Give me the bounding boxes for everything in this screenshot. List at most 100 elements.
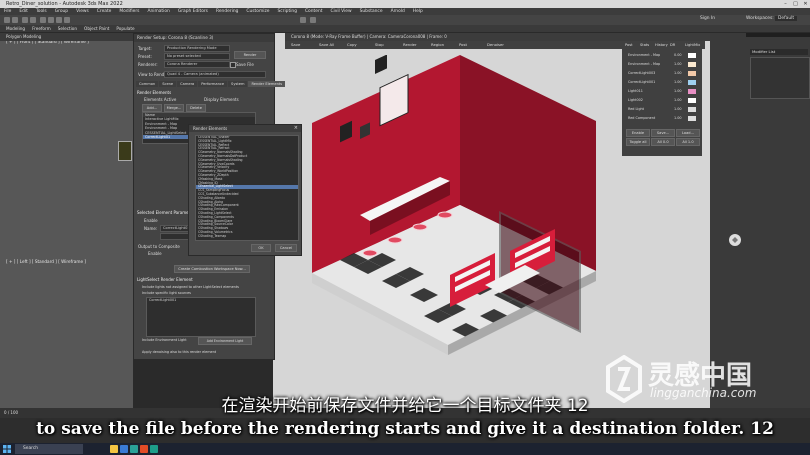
menu-item[interactable]: File bbox=[0, 8, 15, 15]
lightmix-row-value[interactable]: 1.00 bbox=[674, 116, 682, 120]
render-elements-heading[interactable]: Render Elements bbox=[137, 90, 171, 95]
left-viewport[interactable]: [ + ] [ Front ] [ Standard ] [ Wireframe… bbox=[0, 33, 133, 415]
lightmix-row-value[interactable]: 0.00 bbox=[674, 53, 682, 57]
include-specific-radio[interactable]: Include specific light sources bbox=[142, 291, 191, 295]
redo-icon[interactable] bbox=[12, 17, 18, 23]
menu-item[interactable]: Views bbox=[72, 8, 93, 15]
target-dropdown[interactable]: Production Rendering Mode bbox=[164, 45, 230, 52]
tab-system[interactable]: System bbox=[228, 81, 248, 87]
lightmix-button[interactable]: Load... bbox=[676, 129, 700, 137]
vfb-tool-button[interactable]: Post bbox=[459, 42, 467, 47]
lightmix-color-swatch[interactable] bbox=[688, 80, 696, 85]
menu-item[interactable]: Graph Editors bbox=[174, 8, 212, 15]
ribbon-tab[interactable]: Populate bbox=[116, 26, 134, 31]
select-icon[interactable] bbox=[40, 17, 46, 23]
ribbon-tab[interactable]: Modeling bbox=[6, 26, 25, 31]
lightmix-button[interactable]: All 0.0 bbox=[651, 138, 675, 146]
menu-item[interactable]: Arnold bbox=[387, 8, 409, 15]
lightmix-button[interactable]: All 1.0 bbox=[676, 138, 700, 146]
edge-icon[interactable] bbox=[120, 445, 128, 453]
lightmix-color-swatch[interactable] bbox=[688, 89, 696, 94]
tab-scene[interactable]: Scene bbox=[159, 81, 177, 87]
lightmix-row-name[interactable]: Environment - Map bbox=[628, 53, 660, 57]
vfb-tool-button[interactable]: Render bbox=[403, 42, 417, 47]
lightmix-row-value[interactable]: 1.00 bbox=[674, 80, 682, 84]
render-icon[interactable] bbox=[310, 17, 316, 23]
menu-item[interactable]: Create bbox=[93, 8, 116, 15]
lightmix-button[interactable]: Toggle all bbox=[626, 138, 650, 146]
lightmix-row-value[interactable]: 1.00 bbox=[674, 62, 682, 66]
menu-item[interactable]: Help bbox=[409, 8, 427, 15]
modifier-list-dropdown[interactable]: Modifier List bbox=[750, 49, 808, 55]
tab-render-elements[interactable]: Render Elements bbox=[248, 81, 286, 87]
menu-item[interactable]: Content bbox=[301, 8, 326, 15]
delete-element-button[interactable]: Delete bbox=[186, 104, 206, 112]
vfb-tool-button[interactable]: Region bbox=[431, 42, 444, 47]
lightmix-row-value[interactable]: 1.00 bbox=[674, 98, 682, 102]
light-list[interactable]: CorrectLight001 bbox=[146, 297, 256, 337]
render-button[interactable]: Render bbox=[234, 51, 266, 59]
scale-icon[interactable] bbox=[64, 17, 70, 23]
file-explorer-icon[interactable] bbox=[110, 445, 118, 453]
menu-item[interactable]: Customize bbox=[242, 8, 273, 15]
close-icon[interactable]: × bbox=[294, 125, 298, 132]
vfb-tool-button[interactable]: Denoiser bbox=[487, 42, 504, 47]
lightmix-color-swatch[interactable] bbox=[688, 71, 696, 76]
lightmix-button[interactable]: Save... bbox=[651, 129, 675, 137]
lightmix-color-swatch[interactable] bbox=[688, 53, 696, 58]
lightmix-color-swatch[interactable] bbox=[688, 98, 696, 103]
lightmix-row-name[interactable]: Red Component bbox=[628, 116, 655, 120]
undo-icon[interactable] bbox=[4, 17, 10, 23]
lightmix-row-value[interactable]: 1.00 bbox=[674, 71, 682, 75]
move-icon[interactable] bbox=[48, 17, 54, 23]
menu-item[interactable]: Scripting bbox=[273, 8, 301, 15]
composite-enable-checkbox[interactable]: Enable bbox=[148, 251, 162, 256]
view-to-render-dropdown[interactable]: Quad 4 - Camera (animated) bbox=[164, 71, 266, 78]
tab-camera[interactable]: Camera bbox=[177, 81, 198, 87]
vfb-tool-button[interactable]: Copy bbox=[347, 42, 357, 47]
lightmix-row-name[interactable]: Light011 bbox=[628, 89, 643, 93]
viewcube-icon[interactable] bbox=[728, 233, 742, 247]
vfb-tool-button[interactable]: Save bbox=[291, 42, 300, 47]
lightmix-row-name[interactable]: Environment - Map bbox=[628, 62, 660, 66]
lightmix-row-name[interactable]: Red Light bbox=[628, 107, 644, 111]
lightmix-color-swatch[interactable] bbox=[688, 116, 696, 121]
render-setup-icon[interactable] bbox=[300, 17, 306, 23]
ribbon-tab[interactable]: Object Paint bbox=[84, 26, 109, 31]
lightselect-heading[interactable]: LightSelect Render Element bbox=[137, 277, 193, 282]
lightmix-color-swatch[interactable] bbox=[688, 62, 696, 67]
add-element-button[interactable]: Add... bbox=[142, 104, 162, 112]
display-elements-label[interactable]: Display Elements bbox=[204, 97, 239, 102]
renderer-dropdown[interactable]: Corona Renderer bbox=[164, 61, 230, 68]
rotate-icon[interactable] bbox=[56, 17, 62, 23]
ribbon-tab[interactable]: Selection bbox=[58, 26, 77, 31]
preset-dropdown[interactable]: No preset selected bbox=[164, 53, 230, 60]
windows-start-icon[interactable] bbox=[3, 445, 11, 453]
app-icon[interactable] bbox=[140, 445, 148, 453]
lightmix-row-value[interactable]: 1.00 bbox=[674, 89, 682, 93]
vfb-tool-button[interactable]: Stop bbox=[375, 42, 384, 47]
modifier-stack[interactable] bbox=[750, 57, 810, 99]
lightmix-tab[interactable]: LightMix bbox=[685, 43, 700, 47]
lightmix-button[interactable]: Enable bbox=[626, 129, 650, 137]
apply-denoise-checkbox[interactable]: Apply denoising also to this render elem… bbox=[142, 350, 216, 354]
lightmix-tab[interactable]: Stats bbox=[640, 43, 649, 47]
menu-item[interactable]: Modifiers bbox=[115, 8, 143, 15]
taskbar-search[interactable]: Search bbox=[15, 444, 83, 454]
merge-element-button[interactable]: Merge... bbox=[164, 104, 184, 112]
menu-item[interactable]: Rendering bbox=[212, 8, 242, 15]
maximize-button[interactable]: □ bbox=[791, 0, 800, 8]
tab-common[interactable]: Common bbox=[136, 81, 159, 87]
command-panel-tabs[interactable] bbox=[746, 33, 810, 37]
lightmix-tab[interactable]: DR bbox=[670, 43, 675, 47]
light-list-item[interactable]: CorrectLight001 bbox=[147, 298, 255, 302]
workspace-dropdown[interactable]: Default bbox=[775, 16, 798, 21]
max-icon[interactable] bbox=[150, 445, 158, 453]
unlink-icon[interactable] bbox=[30, 17, 36, 23]
lightmix-row-value[interactable]: 1.00 bbox=[674, 107, 682, 111]
include-env-checkbox[interactable]: Include Environment Light bbox=[142, 338, 187, 342]
cancel-button[interactable]: Cancel bbox=[275, 244, 297, 252]
ok-button[interactable]: OK bbox=[251, 244, 271, 252]
viewport-label-left[interactable]: [ + ] [ Left ] [ Standard ] [ Wireframe … bbox=[6, 259, 86, 264]
element-type-item[interactable]: CShading_Texmap bbox=[196, 234, 298, 239]
